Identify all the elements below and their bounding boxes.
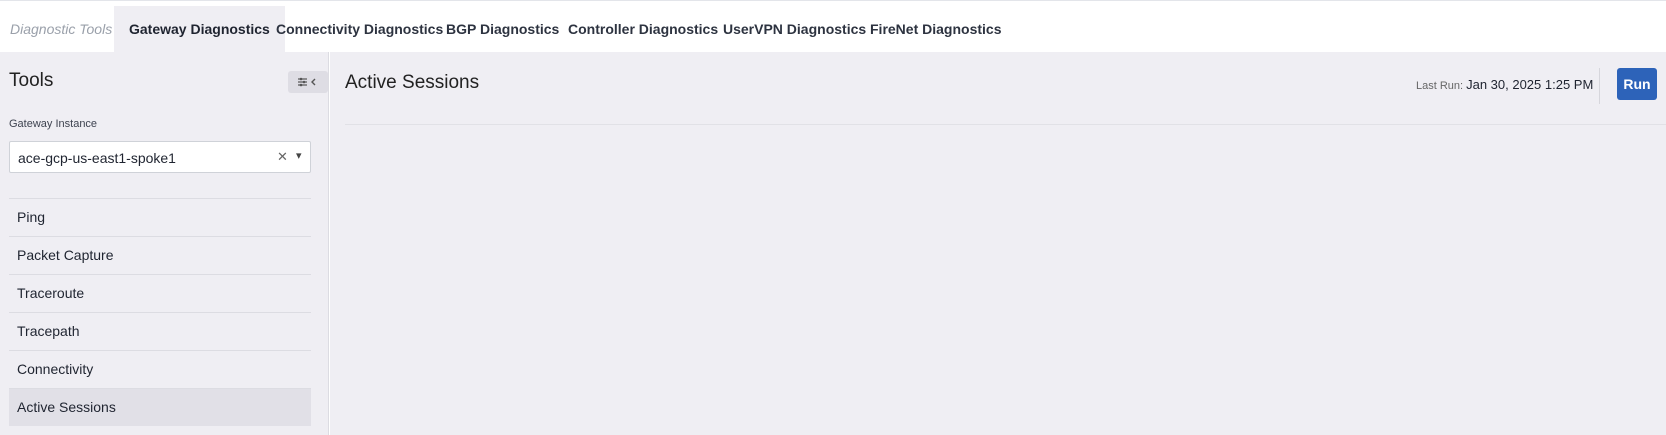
last-run: Last Run: Jan 30, 2025 1:25 PM — [1416, 77, 1593, 92]
gateway-instance-label: Gateway Instance — [9, 118, 98, 130]
diagnostics-tab-bar: Diagnostic Tools Gateway Diagnostics Con… — [0, 0, 1666, 53]
last-run-value: Jan 30, 2025 1:25 PM — [1466, 77, 1594, 92]
tab-gateway-diagnostics[interactable]: Gateway Diagnostics — [114, 6, 285, 53]
main-panel: Active Sessions Last Run: Jan 30, 2025 1:… — [330, 52, 1666, 435]
sidebar-item-traceroute[interactable]: Traceroute — [9, 274, 311, 312]
tab-diagnostic-tools[interactable]: Diagnostic Tools — [0, 6, 127, 53]
last-run-label: Last Run: — [1416, 80, 1464, 92]
tab-connectivity-diagnostics[interactable]: Connectivity Diagnostics — [261, 6, 458, 53]
tool-list: Ping Packet Capture Traceroute Tracepath… — [9, 198, 311, 426]
tab-controller-diagnostics[interactable]: Controller Diagnostics — [553, 6, 733, 53]
gateway-instance-select[interactable]: ace-gcp-us-east1-spoke1 ✕ ▾ — [9, 141, 311, 173]
clear-selection-icon[interactable]: ✕ — [277, 149, 288, 165]
sidebar-item-connectivity[interactable]: Connectivity — [9, 350, 311, 388]
run-button[interactable]: Run — [1617, 68, 1657, 100]
gateway-instance-value: ace-gcp-us-east1-spoke1 — [18, 150, 176, 166]
sidebar-item-ping[interactable]: Ping — [9, 198, 311, 236]
tools-sidebar: Tools Gateway Instance ace-gcp-us-east1-… — [0, 52, 329, 435]
collapse-sidebar-button[interactable] — [288, 71, 328, 93]
chevron-down-icon[interactable]: ▾ — [296, 149, 302, 162]
tab-firenet-diagnostics[interactable]: FireNet Diagnostics — [855, 6, 1016, 53]
sidebar-item-packet-capture[interactable]: Packet Capture — [9, 236, 311, 274]
divider — [1599, 68, 1600, 104]
sidebar-item-tracepath[interactable]: Tracepath — [9, 312, 311, 350]
sliders-collapse-icon — [298, 77, 316, 87]
divider — [345, 124, 1666, 125]
page-title: Active Sessions — [345, 72, 480, 93]
sidebar-title: Tools — [9, 70, 54, 91]
sidebar-item-active-sessions[interactable]: Active Sessions — [9, 388, 311, 426]
